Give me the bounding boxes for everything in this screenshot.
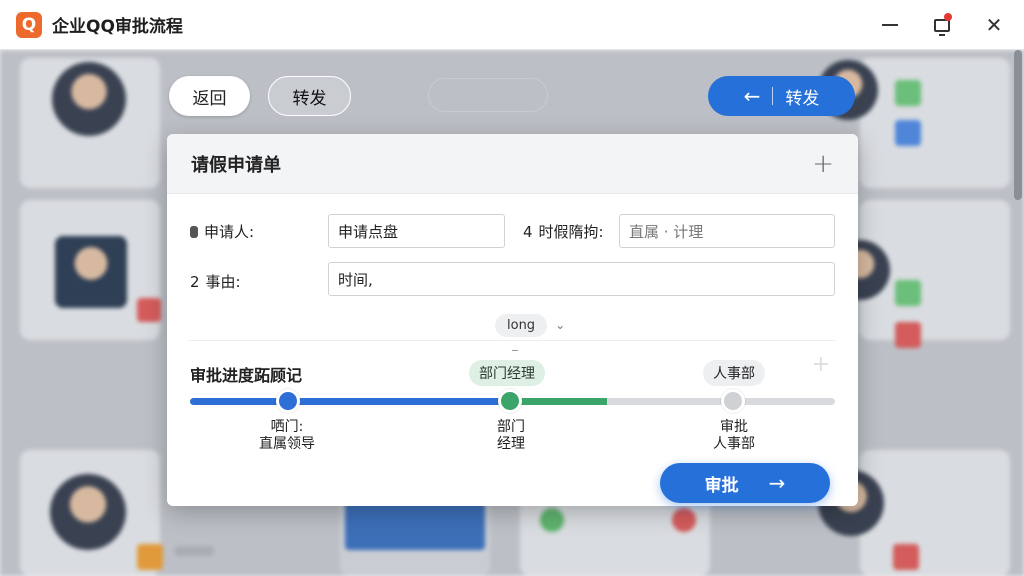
step-label-1: 哂门: 直属领导 — [237, 419, 337, 453]
step-node-2[interactable] — [498, 389, 522, 413]
leave-time-label: 4 时假隋拘: — [523, 221, 604, 242]
forward-primary-label: 转发 — [785, 88, 820, 109]
step-label-3-line2: 人事部 — [713, 436, 755, 452]
progress-segment-done — [190, 398, 512, 405]
step-label-1-line1: 哂门: — [270, 419, 304, 435]
step-label-2-line1: 部门 — [497, 419, 525, 435]
scrollbar-thumb[interactable] — [1014, 50, 1022, 200]
close-button[interactable]: ✕ — [978, 9, 1010, 41]
step-label-2-line2: 经理 — [497, 436, 525, 452]
background-search-pill — [428, 78, 548, 112]
back-button[interactable]: 返回 — [169, 76, 250, 116]
divider-mark — [512, 350, 518, 351]
step-label-3: 审批 人事部 — [694, 419, 774, 453]
step-node-1[interactable] — [276, 389, 300, 413]
arrow-left-icon: ← — [743, 84, 761, 108]
progress-title: 审批进度跖顾记 — [190, 366, 303, 385]
step-node-3[interactable] — [721, 389, 745, 413]
leave-time-label-prefix: 4 — [523, 222, 533, 241]
applicant-field[interactable]: 申请点盘 — [328, 214, 505, 248]
dropdown-value: long — [495, 313, 548, 337]
notification-dot — [944, 13, 952, 21]
leave-time-label-text: 时假隋拘: — [538, 223, 604, 241]
step-label-1-line2: 直属领导 — [259, 436, 315, 452]
app-logo-icon: Q — [16, 11, 42, 38]
step-label-2: 部门 经理 — [471, 419, 551, 453]
applicant-label-text: 申请人: — [204, 223, 255, 241]
leave-time-field[interactable]: 直属 · 计理 — [619, 214, 835, 248]
arrow-right-icon: → — [768, 471, 786, 495]
minimize-button[interactable] — [874, 9, 906, 41]
window-title: 企业QQ审批流程 — [52, 17, 183, 37]
step-label-3-line1: 审批 — [720, 419, 748, 435]
minimize-icon — [882, 24, 898, 26]
window-controls: ✕ — [874, 0, 1010, 50]
reason-label: 2 事由: — [190, 271, 241, 292]
reason-label-text: 事由: — [205, 273, 241, 291]
expand-plus-icon[interactable]: + — [812, 151, 834, 177]
chevron-down-icon: ⌄ — [555, 318, 566, 332]
title-bar: Q 企业QQ审批流程 ✕ — [0, 0, 1024, 50]
reason-field[interactable]: 时间, — [328, 262, 835, 296]
progress-segment-current — [512, 398, 607, 405]
step-tag-hr: 人事部 — [703, 360, 765, 386]
modal-header: 请假申请单 + — [167, 134, 858, 194]
approve-label: 审批 — [704, 475, 739, 496]
bullet-icon — [190, 225, 198, 238]
forward-button[interactable]: 转发 — [268, 76, 351, 116]
step-tag-department-manager: 部门经理 — [469, 360, 545, 386]
section-divider — [189, 340, 836, 341]
button-separator — [772, 87, 774, 105]
applicant-label: 申请人: — [190, 221, 254, 242]
forward-primary-button[interactable]: ← 转发 — [708, 76, 855, 116]
approve-button[interactable]: 审批 → — [660, 463, 830, 503]
reason-label-prefix: 2 — [190, 272, 200, 291]
duration-dropdown[interactable]: long ⌄ — [495, 312, 565, 338]
screen-share-button[interactable] — [926, 9, 958, 41]
leave-request-modal: 请假申请单 + 申请人: 申请点盘 4 时假隋拘: 直属 · 计理 2 事由: … — [167, 134, 858, 506]
modal-title: 请假申请单 — [191, 154, 281, 176]
faint-plus-icon: + — [811, 352, 830, 377]
